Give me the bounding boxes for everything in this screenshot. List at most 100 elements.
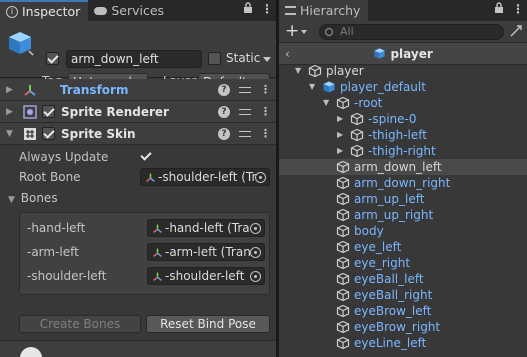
bones-foldout[interactable]: ▼ Bones [8,189,276,207]
hierarchy-node-label: player_default [340,80,426,94]
transform-icon [22,82,38,98]
hierarchy-node[interactable]: ▶ -thigh-left [279,127,527,143]
root-bone-value: -shoulder-left (Tr [158,170,257,184]
search-input[interactable]: All [319,24,504,40]
bone-value: -hand-left (Tra [165,221,250,235]
tab-services[interactable]: Services [88,0,172,21]
bone-value: -arm-left (Tran [165,245,251,259]
presets-icon[interactable] [239,84,251,95]
gameobject-icon [336,336,350,350]
hierarchy-tabbar: Hierarchy ⋮ [279,0,527,21]
expand-arrow-down-icon[interactable]: ▼ [309,79,319,95]
hierarchy-node-label: -spine-0 [368,112,417,126]
prefab-breadcrumb: ‹ player [279,43,527,65]
presets-icon[interactable] [239,128,251,139]
sprite-renderer-enabled-checkbox[interactable] [42,105,55,118]
add-dropdown-icon[interactable] [301,30,307,37]
bone-field[interactable]: -arm-left (Tran [147,243,265,261]
bones-label: Bones [20,191,58,205]
object-picker-icon[interactable] [250,223,261,234]
active-checkbox[interactable] [46,52,59,65]
transform-icon [153,248,162,258]
bone-label: -arm-left [27,245,79,259]
static-label[interactable]: Static [226,51,260,65]
bone-field[interactable]: -hand-left (Tra [147,219,265,237]
back-arrow-icon[interactable]: ‹ [285,43,290,65]
fold-arrow-icon[interactable]: ▼ [8,195,15,205]
expand-arrow-right-icon[interactable]: ▶ [337,111,347,127]
hierarchy-node[interactable]: ▼ player [279,63,527,79]
static-dropdown-icon[interactable] [263,57,271,66]
expand-arrow-right-icon[interactable]: ▶ [337,127,347,143]
gameobject-icon [336,320,350,334]
hierarchy-node[interactable]: eyeBall_right [279,287,527,303]
object-picker-icon[interactable] [250,247,261,258]
hierarchy-node[interactable]: eyeBrow_left [279,303,527,319]
add-button[interactable]: + [285,21,299,42]
sprite-skin-enabled-checkbox[interactable] [42,127,55,140]
root-bone-field[interactable]: -shoulder-left (Tr [140,168,270,186]
gameobject-icon [350,144,364,158]
help-icon[interactable]: ? [218,127,230,140]
object-picker-icon[interactable] [255,172,266,183]
tab-hierarchy[interactable]: Hierarchy [279,0,369,21]
hierarchy-node-label: eyeBrow_right [354,320,441,334]
hierarchy-node[interactable]: ▶ -thigh-right [279,143,527,159]
expand-arrow-right-icon[interactable]: ▶ [337,143,347,159]
hierarchy-node[interactable]: body [279,223,527,239]
expand-arrow-down-icon[interactable]: ▼ [323,95,333,111]
fold-arrow-icon[interactable]: ▶ [6,107,18,117]
help-icon[interactable]: ? [218,83,230,96]
gameobject-icon [336,288,350,302]
tab-inspector[interactable]: i Inspector [0,0,89,21]
hierarchy-node[interactable]: ▼ player_default [279,79,527,95]
tab-menu-icon[interactable]: ⋮ [261,2,273,17]
hierarchy-node-label: eyeLine_left [354,336,427,350]
gameobject-icon [308,64,322,78]
hierarchy-node[interactable]: eye_left [279,239,527,255]
prefab-icon [322,80,336,94]
component-sprite-skin[interactable]: ▼ Sprite Skin ? ⋮ [0,123,276,145]
hierarchy-tree: ▼ player ▼ player_default ▼ -root ▶ -spine-0 ▶ -t… [279,63,527,351]
create-bones-button[interactable]: Create Bones [19,315,141,333]
fold-arrow-icon[interactable]: ▼ [6,129,18,139]
presets-icon[interactable] [239,106,251,117]
gameobject-icon [336,192,350,206]
bone-field[interactable]: -shoulder-left [147,267,265,285]
hierarchy-node[interactable]: arm_up_right [279,207,527,223]
hierarchy-node-label: -root [354,96,383,110]
hierarchy-node[interactable]: eye_right [279,255,527,271]
help-icon[interactable]: ? [218,105,230,118]
fold-arrow-icon[interactable]: ▶ [6,85,18,95]
next-component-header[interactable] [0,340,276,357]
hierarchy-node[interactable]: eyeLine_left [279,335,527,351]
tab-menu-icon[interactable]: ⋮ [512,2,524,17]
bone-label: -hand-left [27,221,86,235]
reset-bind-pose-button[interactable]: Reset Bind Pose [146,315,270,333]
object-name-field[interactable]: arm_down_left [66,50,202,68]
static-checkbox[interactable] [208,52,221,65]
transform-icon [153,224,162,234]
object-picker-icon[interactable] [250,271,261,282]
hierarchy-node[interactable]: eyeBall_left [279,271,527,287]
always-update-label: Always Update [19,150,109,164]
hierarchy-node[interactable]: eyeBrow_right [279,319,527,335]
component-menu-icon[interactable]: ⋮ [260,83,271,96]
expand-arrow-down-icon[interactable]: ▼ [295,63,305,79]
always-update-checkbox[interactable] [140,150,153,163]
component-menu-icon[interactable]: ⋮ [260,127,271,140]
lock-icon[interactable] [494,2,504,17]
lock-icon[interactable] [243,2,253,17]
component-title: Transform [60,82,129,97]
hierarchy-node[interactable]: ▼ -root [279,95,527,111]
hierarchy-node[interactable]: arm_down_left [279,159,527,175]
hierarchy-node[interactable]: ▶ -spine-0 [279,111,527,127]
gameobject-icon [350,128,364,142]
component-sprite-renderer[interactable]: ▶ Sprite Renderer ? ⋮ [0,101,276,123]
gameobject-icon [9,32,34,56]
hierarchy-node[interactable]: arm_down_right [279,175,527,191]
hierarchy-node[interactable]: arm_up_left [279,191,527,207]
scene-visibility-icon[interactable] [509,24,523,41]
component-menu-icon[interactable]: ⋮ [260,105,271,118]
component-transform[interactable]: ▶ Transform ? ⋮ [0,79,276,101]
